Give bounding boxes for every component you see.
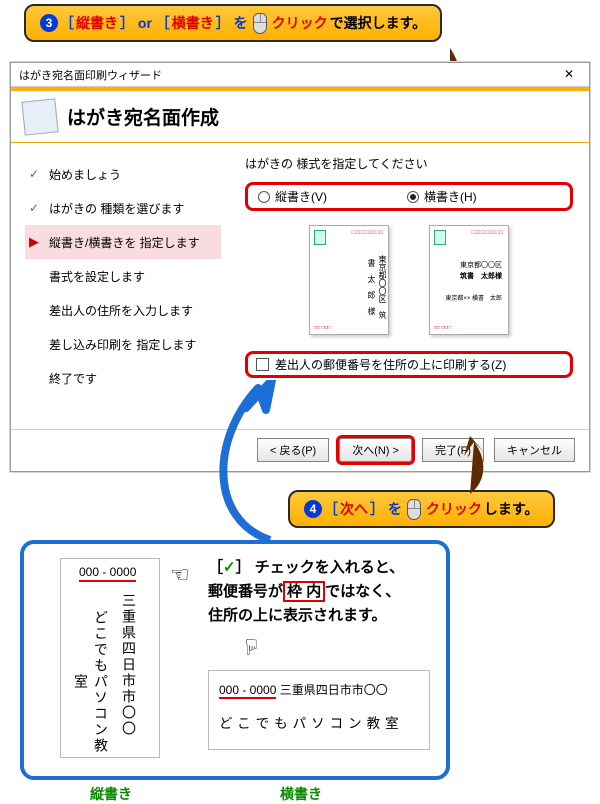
step-item: ✓始めましょう bbox=[25, 157, 221, 191]
dialog-title: はがき宛名面印刷ウィザード bbox=[19, 67, 162, 83]
step-item: ✓はがきの 種類を選びます bbox=[25, 191, 221, 225]
finish-button[interactable]: 完了(F) bbox=[422, 438, 484, 462]
caption-vertical: 縦書き bbox=[90, 784, 132, 804]
close-button[interactable]: ✕ bbox=[553, 65, 585, 83]
example-horizontal-card: 000 - 0000 三重県四日市市〇〇 どこでもパソコン教室 bbox=[208, 670, 430, 750]
next-button[interactable]: 次へ(N) > bbox=[339, 438, 412, 462]
pointer-hand-down-icon: ☜ bbox=[242, 634, 262, 660]
dialog-banner: はがき宛名面作成 bbox=[11, 87, 589, 143]
step-item: ·差出人の住所を入力します bbox=[25, 293, 221, 327]
pointer-hand-icon: ☜ bbox=[170, 562, 190, 588]
preview-vertical: □□□□□□□ 東京都〇〇区 筑 書 太 郎 様 □□ □□□ bbox=[309, 225, 389, 335]
wizard-steps-list: ✓始めましょう ✓はがきの 種類を選びます ▶縦書き/横書きを 指定します ·書… bbox=[11, 143, 229, 429]
back-button[interactable]: < 戻る(P) bbox=[257, 438, 329, 462]
doc-icon bbox=[21, 98, 58, 135]
mouse-icon bbox=[253, 13, 267, 34]
step-item: ·書式を設定します bbox=[25, 259, 221, 293]
explanation-panel: 000 - 0000 三重県四日市市〇〇 どこでもパソコン教室 ☜ ［✓］ チェ… bbox=[20, 540, 450, 780]
orientation-radio-group: 縦書き(V) 横書き(H) bbox=[245, 182, 573, 211]
step-number-3: 3 bbox=[40, 14, 58, 32]
instruction-bubble-3: 3 ［ 縦書き ］ or ［ 横書き ］ を クリック で選択します。 bbox=[24, 4, 442, 42]
preview-horizontal: □□□□□□□ 東京都〇〇区筑書 太郎様東京都×× 横書 太郎 □□ □□□ bbox=[429, 225, 509, 335]
pane-caption: はがきの 様式を指定してください bbox=[245, 155, 573, 172]
mouse-icon bbox=[407, 499, 421, 520]
step-item-active: ▶縦書き/横書きを 指定します bbox=[25, 225, 221, 259]
example-vertical-address: 三重県四日市市〇〇 bbox=[119, 593, 139, 737]
instruction-bubble-4: 4 ［ 次へ ］ を クリック します。 bbox=[288, 490, 555, 528]
wizard-dialog: はがき宛名面印刷ウィザード ✕ はがき宛名面作成 ✓始めましょう ✓はがきの 種… bbox=[10, 62, 590, 472]
sender-zip-checkbox-row[interactable]: 差出人の郵便番号を住所の上に印刷する(Z) bbox=[245, 351, 573, 378]
example-vertical-school: どこでもパソコン教室 bbox=[71, 607, 111, 757]
step-number-4: 4 bbox=[304, 500, 322, 518]
dialog-footer: < 戻る(P) 次へ(N) > 完了(F) キャンセル bbox=[11, 429, 589, 469]
wizard-content-pane: はがきの 様式を指定してください 縦書き(V) 横書き(H) □□□□□□□ 東… bbox=[229, 143, 589, 429]
explanation-text: ［✓］ チェックを入れると、 郵便番号が枠 内ではなく、 住所の上に表示されます… bbox=[208, 556, 440, 628]
dialog-heading: はがき宛名面作成 bbox=[67, 103, 219, 130]
orientation-previews: □□□□□□□ 東京都〇〇区 筑 書 太 郎 様 □□ □□□ □□□□□□□ … bbox=[245, 225, 573, 335]
example-vertical-card: 000 - 0000 三重県四日市市〇〇 どこでもパソコン教室 bbox=[60, 558, 160, 758]
checkbox-icon[interactable] bbox=[256, 358, 269, 371]
step-item: ·差し込み印刷を 指定します bbox=[25, 327, 221, 361]
caption-horizontal: 横書き bbox=[280, 784, 322, 804]
dialog-titlebar: はがき宛名面印刷ウィザード ✕ bbox=[11, 63, 589, 87]
radio-horizontal[interactable]: 横書き(H) bbox=[407, 188, 477, 205]
radio-vertical[interactable]: 縦書き(V) bbox=[258, 188, 327, 205]
step-item: ·終了です bbox=[25, 361, 221, 395]
cancel-button[interactable]: キャンセル bbox=[494, 438, 575, 462]
